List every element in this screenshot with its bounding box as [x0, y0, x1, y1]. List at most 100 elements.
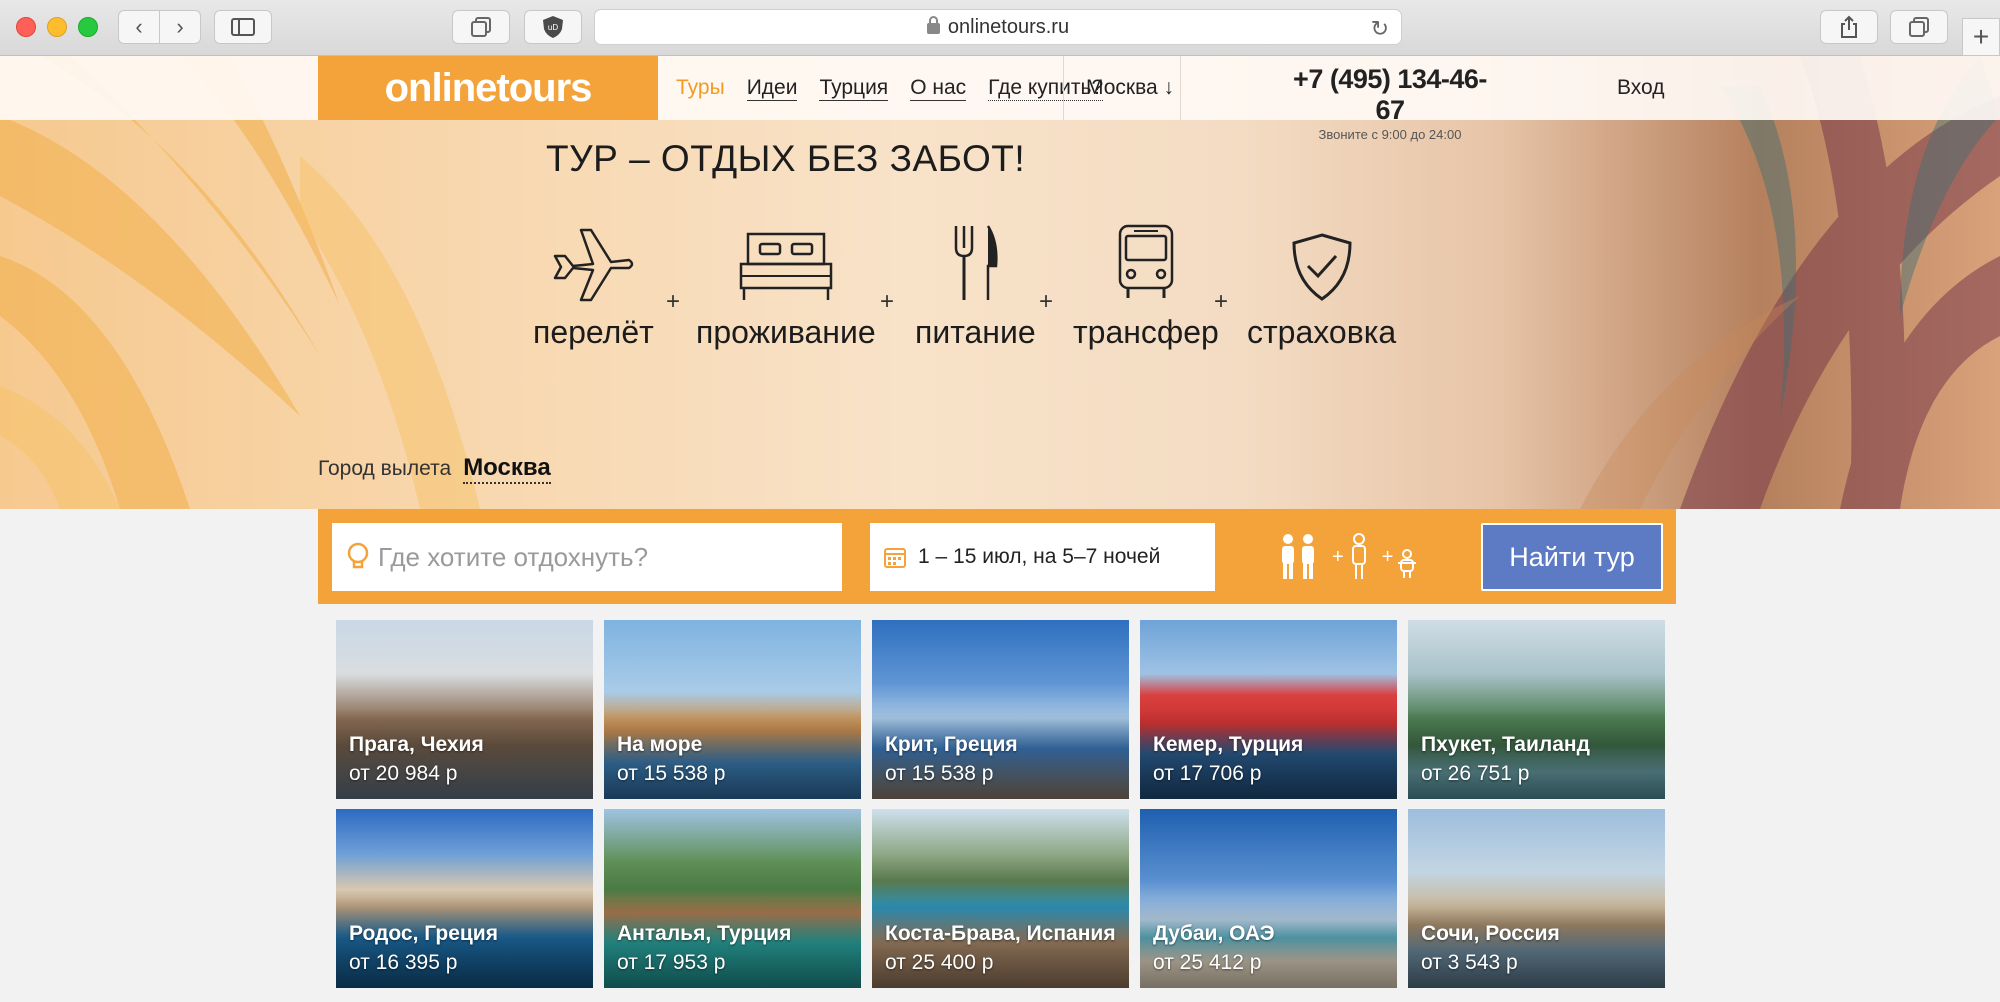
nav-turkey[interactable]: Турция [819, 76, 889, 101]
bed-icon [739, 232, 833, 300]
card-title: На море [617, 733, 703, 756]
card-price: от 25 412 р [1153, 951, 1262, 974]
card-price: от 15 538 р [885, 762, 994, 785]
tour-search-form: 1 – 15 июл, на 5–7 ночей + + Найти тур [318, 509, 1676, 604]
feature-label: страховка [1247, 314, 1397, 350]
card-title: Сочи, Россия [1421, 922, 1560, 945]
card-title: Крит, Греция [885, 733, 1018, 756]
two-adults-icon [1282, 534, 1314, 579]
phone-block: +7 (495) 134-46-67 Звоните с 9:00 до 24:… [1290, 64, 1490, 142]
card-title: Анталья, Турция [617, 922, 792, 945]
plus-sign: + [1039, 288, 1054, 315]
dates-field[interactable]: 1 – 15 июл, на 5–7 ночей [870, 523, 1215, 591]
feature-label: трансфер [1073, 314, 1219, 350]
destination-input[interactable] [378, 541, 828, 573]
travelers-selector[interactable]: + + [1278, 529, 1417, 585]
site-header: onlinetours Туры Идеи Турция О нас Где к… [0, 56, 2000, 142]
forward-button[interactable]: › [159, 10, 201, 44]
nav-ideas[interactable]: Идеи [746, 76, 798, 101]
card-price: от 16 395 р [349, 951, 458, 974]
card-price: от 17 953 р [617, 951, 726, 974]
feature-insurance: страховка [1247, 216, 1396, 351]
browser-toolbar: ‹ › uD onlinetours.ru ↻ + [0, 0, 2000, 56]
departure-city-link[interactable]: Москва [463, 454, 551, 484]
minimize-window-button[interactable] [47, 17, 67, 37]
show-tabs-button[interactable] [1890, 10, 1948, 44]
add-adult-plus: + [1332, 545, 1344, 568]
lock-icon [926, 15, 940, 34]
ublock-button[interactable]: uD [524, 10, 582, 44]
main-nav: Туры Идеи Турция О нас Где купить? [676, 56, 1104, 120]
destination-card-prague[interactable]: Прага, Чехия от 20 984 р [336, 620, 593, 799]
back-button[interactable]: ‹ [118, 10, 160, 44]
sidebar-icon [231, 18, 255, 36]
destination-card-dubai[interactable]: Дубаи, ОАЭ от 25 412 р [1140, 809, 1397, 988]
nav-about[interactable]: О нас [910, 76, 967, 101]
card-price: от 17 706 р [1153, 762, 1262, 785]
card-price: от 20 984 р [349, 762, 458, 785]
destination-card-seaside[interactable]: На море от 15 538 р [604, 620, 861, 799]
find-tour-button[interactable]: Найти тур [1481, 523, 1663, 591]
city-dropdown[interactable]: Москва ↓ [1086, 56, 1174, 120]
card-price: от 3 543 р [1421, 951, 1518, 974]
site-logo[interactable]: onlinetours [318, 56, 658, 120]
card-title: Прага, Чехия [349, 733, 484, 756]
share-icon [1841, 15, 1857, 38]
svg-text:uD: uD [548, 23, 558, 32]
address-bar[interactable]: onlinetours.ru ↻ [594, 9, 1402, 45]
destination-card-costa-brava[interactable]: Коста-Брава, Испания от 25 400 р [872, 809, 1129, 988]
add-adult-icon [1351, 533, 1366, 579]
card-title: Дубаи, ОАЭ [1153, 922, 1275, 945]
dates-value: 1 – 15 июл, на 5–7 ночей [918, 545, 1161, 568]
hero-title: ТУР – ОТДЫХ БЕЗ ЗАБОТ! [546, 138, 1026, 179]
destination-field[interactable] [332, 523, 842, 591]
feature-label: проживание [696, 314, 876, 350]
chevron-right-icon: › [176, 14, 184, 39]
card-title: Родос, Греция [349, 922, 498, 945]
destination-card-kemer[interactable]: Кемер, Турция от 17 706 р [1140, 620, 1397, 799]
add-child-plus: + [1381, 545, 1394, 568]
plus-sign: + [880, 288, 895, 315]
destination-card-sochi[interactable]: Сочи, Россия от 3 543 р [1408, 809, 1665, 988]
lightbulb-icon [347, 542, 369, 569]
departure-label: Город вылета [318, 457, 452, 480]
zoom-window-button[interactable] [78, 17, 98, 37]
sidebar-button[interactable] [214, 10, 272, 44]
nav-tours[interactable]: Туры [676, 76, 725, 100]
hero-banner: ТУР – ОТДЫХ БЕЗ ЗАБОТ! перелёт + прожива… [0, 56, 2000, 509]
shield-check-icon [1292, 233, 1352, 301]
card-title: Кемер, Турция [1153, 733, 1304, 756]
plus-sign: + [1214, 288, 1229, 315]
phone-number[interactable]: +7 (495) 134-46-67 [1290, 64, 1490, 126]
calendar-icon [884, 548, 906, 568]
reload-icon[interactable]: ↻ [1371, 16, 1389, 42]
destinations-grid: Прага, Чехия от 20 984 р На море от 15 5… [336, 620, 1668, 988]
card-price: от 26 751 р [1421, 762, 1530, 785]
palm-leaves-left [0, 56, 480, 509]
destination-card-rhodes[interactable]: Родос, Греция от 16 395 р [336, 809, 593, 988]
tab-overview-button[interactable] [452, 10, 510, 44]
nav-divider [1180, 56, 1181, 120]
share-button[interactable] [1820, 10, 1878, 44]
tabs-icon [1909, 17, 1929, 37]
phone-hours: Звоните с 9:00 до 24:00 [1318, 127, 1462, 142]
feature-accommodation: проживание [696, 216, 876, 351]
plus-sign: + [666, 288, 681, 315]
login-link[interactable]: Вход [1617, 56, 1665, 120]
feature-meals: питание [915, 216, 1036, 351]
feature-transfer: трансфер [1073, 216, 1219, 351]
feature-label: перелёт [533, 314, 654, 350]
new-tab-button[interactable]: + [1962, 18, 2000, 56]
close-window-button[interactable] [16, 17, 36, 37]
add-child-icon [1398, 549, 1417, 578]
nav-divider [1063, 56, 1064, 120]
feature-flight: перелёт [533, 216, 654, 351]
card-price: от 25 400 р [885, 951, 994, 974]
plus-icon: + [1972, 21, 1990, 52]
card-price: от 15 538 р [617, 762, 726, 785]
fork-knife-icon [955, 225, 998, 300]
destination-card-crete[interactable]: Крит, Греция от 15 538 р [872, 620, 1129, 799]
destination-card-phuket[interactable]: Пхукет, Таиланд от 26 751 р [1408, 620, 1665, 799]
destination-card-antalya[interactable]: Анталья, Турция от 17 953 р [604, 809, 861, 988]
card-title: Коста-Брава, Испания [885, 922, 1116, 945]
